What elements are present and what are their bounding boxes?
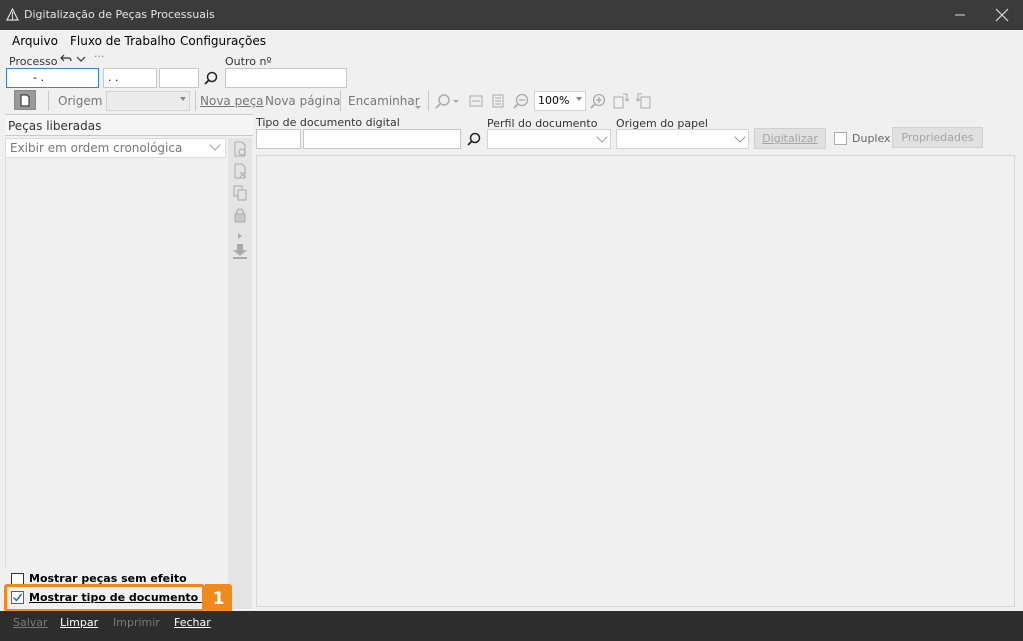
document-delete-icon[interactable] <box>232 162 248 183</box>
close-window-button[interactable] <box>982 0 1022 30</box>
small-arrow-icon <box>238 228 243 242</box>
released-pieces-header: Peças liberadas <box>5 114 253 136</box>
rotate-right-icon[interactable] <box>635 92 653 110</box>
doc-type-name-input[interactable] <box>303 129 461 149</box>
scan-button[interactable]: Digitalizar <box>754 128 826 149</box>
paper-origin-select[interactable] <box>616 129 749 149</box>
forward-dropdown-icon[interactable] <box>414 99 422 113</box>
download-icon[interactable] <box>231 242 249 263</box>
search-icon[interactable] <box>434 93 460 109</box>
zoom-select[interactable]: 100% <box>534 91 586 111</box>
origin-select[interactable] <box>106 91 190 111</box>
chevron-down-icon[interactable] <box>76 52 86 66</box>
order-select[interactable]: Exibir em ordem cronológica <box>5 138 226 158</box>
step-badge: 1 <box>205 584 232 614</box>
document-copy-icon[interactable] <box>232 184 248 205</box>
toolbar-separator <box>428 91 429 111</box>
title-bar: Digitalização de Peças Processuais <box>0 0 1023 30</box>
process-number-input-3[interactable] <box>159 68 199 88</box>
new-document-toggle[interactable] <box>14 90 36 110</box>
released-pieces-title: Peças liberadas <box>8 119 102 133</box>
save-button[interactable]: Salvar <box>13 616 48 629</box>
side-toolbar <box>228 138 252 609</box>
highlight-box <box>4 584 205 612</box>
fit-page-icon[interactable] <box>490 93 506 109</box>
document-link-icon[interactable] <box>232 140 248 161</box>
duplex-label: Duplex <box>852 132 891 145</box>
rotate-left-icon[interactable] <box>612 92 630 110</box>
menu-file[interactable]: Arquivo <box>12 34 58 48</box>
toolbar-separator <box>340 91 341 111</box>
search-doc-type-icon[interactable] <box>467 132 481 149</box>
duplex-checkbox[interactable] <box>834 132 847 145</box>
properties-button[interactable]: Propriedades <box>892 127 983 148</box>
other-number-input[interactable] <box>225 68 347 88</box>
other-number-label: Outro nº <box>225 55 272 68</box>
more-icon[interactable]: ··· <box>94 50 105 63</box>
process-label: Processo <box>9 55 58 68</box>
doc-type-code-input[interactable] <box>256 129 301 149</box>
menu-workflow[interactable]: Fluxo de Trabalho <box>70 34 176 48</box>
doc-type-label: Tipo de documento digital <box>256 116 400 129</box>
process-number-input-1[interactable]: - . <box>6 68 99 88</box>
toolbar-separator <box>195 91 196 111</box>
new-piece-button[interactable]: Nova peça <box>200 94 264 108</box>
process-number-input-2[interactable]: . . <box>103 68 157 88</box>
fit-width-icon[interactable] <box>468 93 484 109</box>
zoom-out-icon[interactable] <box>512 93 530 109</box>
undo-icon[interactable] <box>60 52 72 66</box>
forward-button[interactable]: Encaminhar <box>348 94 420 108</box>
clear-button[interactable]: Limpar <box>60 616 98 629</box>
menu-settings[interactable]: Configurações <box>180 34 266 48</box>
search-process-icon[interactable] <box>204 71 218 88</box>
toolbar-separator <box>48 91 49 111</box>
document-viewer[interactable] <box>256 155 1015 607</box>
new-page-button[interactable]: Nova página <box>265 94 340 108</box>
close-button[interactable]: Fechar <box>174 616 211 629</box>
window-title: Digitalização de Peças Processuais <box>24 8 215 21</box>
profile-select[interactable] <box>487 129 611 149</box>
origin-label: Origem <box>58 94 103 108</box>
zoom-in-icon[interactable] <box>589 93 607 109</box>
minimize-button[interactable] <box>940 0 980 30</box>
released-pieces-list[interactable] <box>5 158 226 568</box>
print-button[interactable]: Imprimir <box>113 616 160 629</box>
app-logo-icon <box>6 7 19 24</box>
lock-icon[interactable] <box>232 206 248 227</box>
